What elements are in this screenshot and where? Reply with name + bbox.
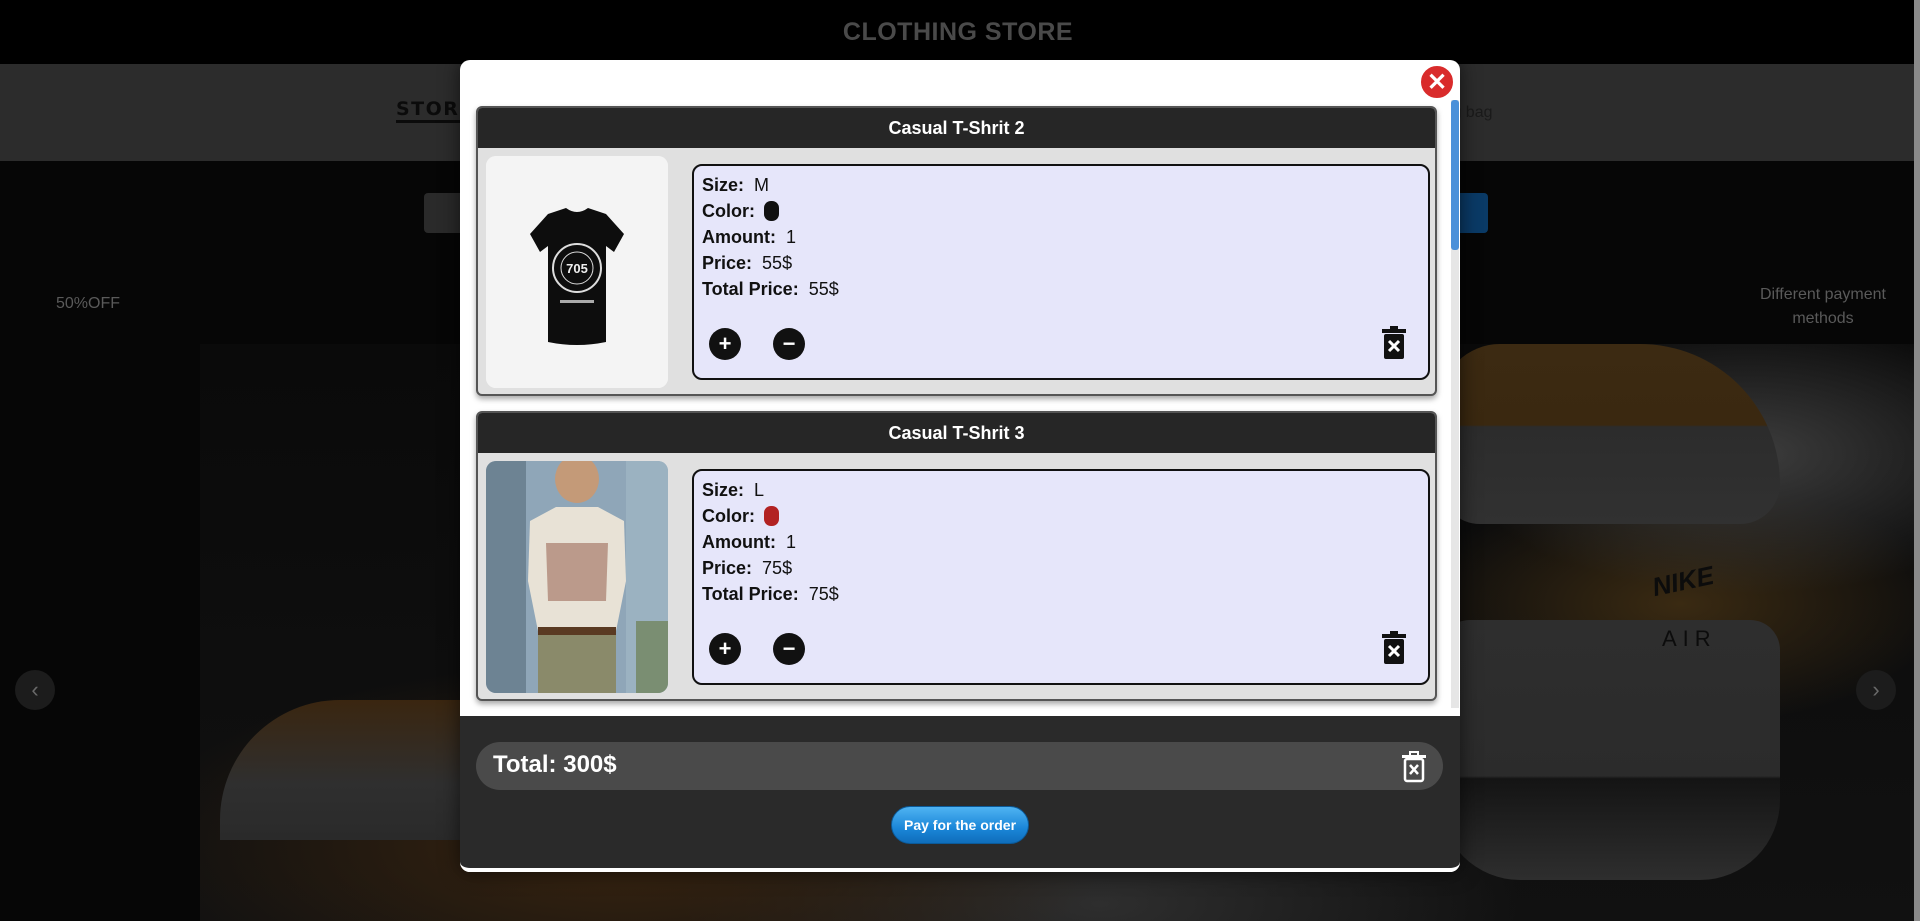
price-value: 75$ (762, 558, 793, 578)
close-modal-button[interactable]: ✕ (1418, 63, 1456, 101)
sneaker-sub-text: AIR (1662, 626, 1717, 651)
amount-label: Amount: (702, 532, 776, 552)
cart-item-details: Size: M Color: Amount: 1 Price: 55$ Tota… (692, 164, 1430, 380)
size-value: L (754, 480, 765, 500)
carousel-next-button[interactable]: › (1856, 670, 1896, 710)
cart-total-value: 300$ (563, 751, 617, 778)
decrease-amount-button[interactable]: − (773, 328, 805, 360)
plus-icon: + (718, 331, 732, 356)
site-title: CLOTHING STORE (842, 17, 1074, 46)
remove-item-button[interactable] (1380, 631, 1408, 665)
sneaker-heel-shape (1440, 620, 1780, 880)
close-icon: ✕ (1426, 68, 1448, 96)
price-label: Price: (702, 253, 753, 273)
promo-discount: 50%OFF (56, 295, 121, 312)
total-price-value: 75$ (808, 584, 839, 604)
model-wearing-tshirt-image (486, 461, 668, 693)
amount-value: 1 (786, 532, 797, 552)
trash-icon (1382, 631, 1406, 664)
amount-label: Amount: (702, 227, 776, 247)
size-label: Size: (702, 480, 745, 500)
price-value: 55$ (762, 253, 793, 273)
plus-icon: + (718, 636, 732, 661)
color-swatch (764, 201, 780, 221)
cart-item-title: Casual T-Shrit 3 (478, 413, 1435, 453)
cart-total-label: Total: (493, 751, 557, 778)
price-label: Price: (702, 558, 753, 578)
color-swatch (764, 506, 780, 526)
increase-amount-button[interactable]: + (709, 633, 741, 665)
trash-icon (1382, 326, 1406, 359)
cart-total-bar (476, 742, 1443, 790)
total-price-label: Total Price: (702, 279, 799, 299)
increase-amount-button[interactable]: + (709, 328, 741, 360)
trash-outline-icon (1402, 751, 1426, 783)
pay-order-button[interactable]: Pay for the order (891, 806, 1029, 844)
cart-footer (460, 716, 1460, 872)
decrease-amount-button[interactable]: − (773, 633, 805, 665)
page-scrollbar[interactable] (1914, 0, 1920, 921)
clear-cart-button[interactable] (1400, 751, 1428, 783)
cart-item: Casual T-Shrit 3 Size: L Color: Amount: … (476, 411, 1437, 701)
color-label: Color: (702, 506, 755, 526)
total-price-label: Total Price: (702, 584, 799, 604)
amount-value: 1 (786, 227, 797, 247)
cart-item-details: Size: L Color: Amount: 1 Price: 75$ Tota… (692, 469, 1430, 685)
cart-total: Total: 300$ (493, 751, 617, 779)
modal-scrollbar-thumb[interactable] (1451, 100, 1459, 250)
cart-item-title: Casual T-Shrit 2 (478, 108, 1435, 148)
minus-icon: − (782, 331, 796, 356)
chevron-left-icon: ‹ (31, 677, 39, 702)
remove-item-button[interactable] (1380, 326, 1408, 360)
svg-text:705: 705 (566, 261, 588, 276)
black-tshirt-image: 705 (486, 156, 668, 388)
size-label: Size: (702, 175, 745, 195)
promo-payment: Different payment methods (1760, 286, 1886, 327)
carousel-prev-button[interactable]: ‹ (15, 670, 55, 710)
size-value: M (754, 175, 770, 195)
chevron-right-icon: › (1872, 677, 1880, 702)
site-header: CLOTHING STORE (0, 0, 1920, 64)
minus-icon: − (782, 636, 796, 661)
cart-item: Casual T-Shrit 2 705 Size: M Color: Amou… (476, 106, 1437, 396)
total-price-value: 55$ (808, 279, 839, 299)
color-label: Color: (702, 201, 755, 221)
